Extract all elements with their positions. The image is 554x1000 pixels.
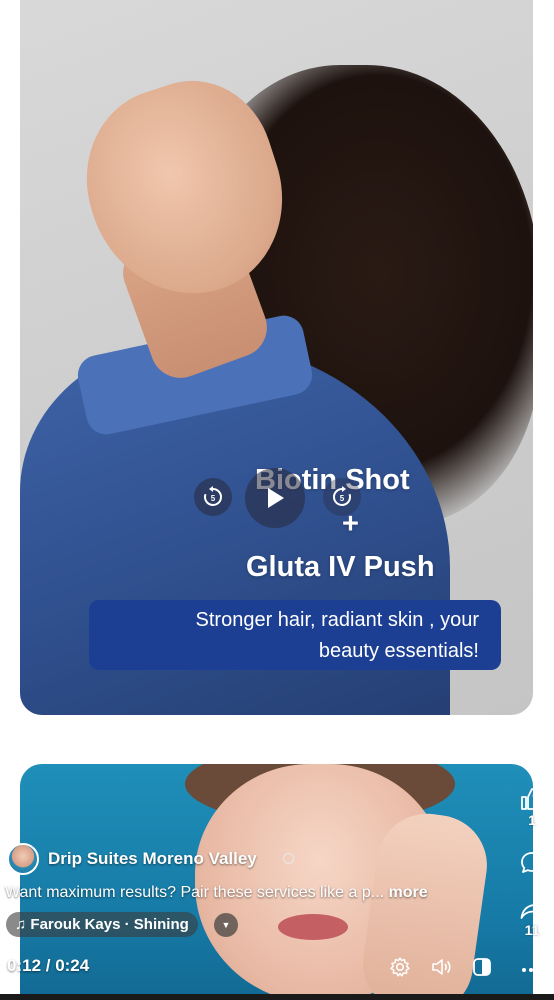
reel-video-card[interactable] (20, 764, 533, 1000)
volume-icon[interactable] (430, 956, 452, 978)
video-time: 0:12 / 0:24 (7, 956, 90, 975)
svg-text:5: 5 (211, 494, 216, 503)
bottom-edge (0, 994, 554, 1000)
forward-5-button[interactable]: 5 (323, 478, 361, 516)
share-count: 11 (524, 922, 540, 938)
tagline-line-1: Stronger hair, radiant skin , your (195, 609, 479, 631)
lips-shape (278, 914, 348, 940)
more-options-icon[interactable] (520, 956, 542, 978)
share-action[interactable]: 11 (515, 896, 549, 938)
tagline-banner: Stronger hair, radiant skin , your beaut… (89, 600, 501, 670)
play-button[interactable] (245, 468, 305, 528)
rewind-5-button[interactable]: 5 (194, 478, 232, 516)
share-icon (520, 899, 544, 919)
page-avatar[interactable] (7, 843, 39, 875)
music-pill[interactable]: ♫ Farouk Kays · Shining (6, 912, 198, 937)
globe-icon (283, 853, 294, 864)
comment-action[interactable] (515, 850, 549, 876)
like-count: 1 (528, 812, 536, 828)
comment-icon (521, 852, 543, 873)
caption-toggle-icon[interactable] (471, 956, 493, 978)
chevron-down-icon[interactable]: ▼ (214, 913, 238, 937)
caption-more-link[interactable]: more (389, 884, 428, 901)
tagline-line-2: beauty essentials! (318, 640, 479, 662)
svg-text:5: 5 (340, 494, 345, 503)
play-icon (268, 488, 284, 508)
gear-icon[interactable] (389, 956, 411, 978)
like-action[interactable]: 1 (515, 786, 549, 828)
page-name[interactable]: Drip Suites Moreno Valley (48, 849, 257, 869)
headline-gluta: Gluta IV Push (246, 551, 435, 583)
thumbs-up-icon (521, 788, 544, 810)
post-caption[interactable]: Want maximum results? Pair these service… (5, 884, 428, 902)
forward-5-icon: 5 (333, 486, 351, 506)
caption-text: Want maximum results? Pair these service… (5, 884, 385, 901)
rewind-5-icon: 5 (204, 486, 222, 506)
